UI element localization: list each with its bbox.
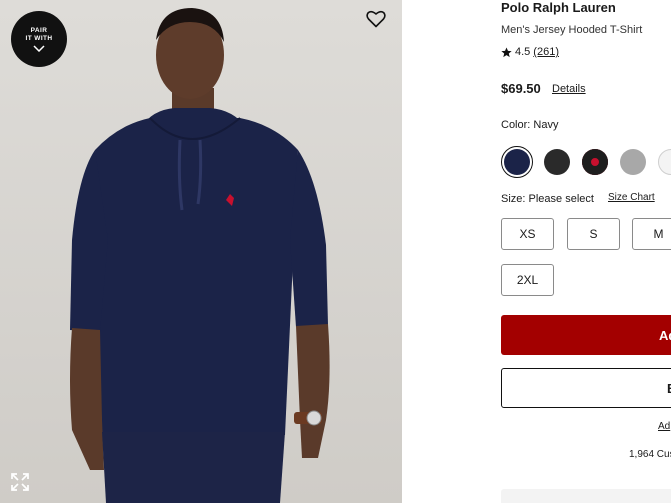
secondary-link[interactable]: Ad: [658, 421, 670, 432]
add-to-bag-button[interactable]: Ad: [501, 315, 671, 355]
badge-line-1: PAIR: [30, 26, 48, 34]
size-label: Size: Please select: [501, 193, 594, 205]
expand-icon: [11, 473, 29, 491]
rating: 4.5 (261): [501, 46, 559, 58]
expand-image-button[interactable]: [10, 472, 30, 492]
product-details-panel: Polo Ralph Lauren Men's Jersey Hooded T-…: [501, 0, 671, 503]
chevron-down-icon: [33, 44, 45, 52]
size-option-2xl[interactable]: 2XL: [501, 264, 554, 296]
customer-count: 1,964 Cus: [629, 449, 671, 460]
heart-icon: [366, 10, 386, 28]
swatch-grey-heather-color: [620, 149, 646, 175]
rating-value: 4.5: [515, 46, 531, 58]
star-icon: [501, 46, 512, 57]
secondary-action-button[interactable]: B: [501, 368, 671, 408]
swatch-black-red-pony-color: [582, 149, 608, 175]
swatch-white[interactable]: [655, 146, 671, 178]
brand-name[interactable]: Polo Ralph Lauren: [501, 0, 616, 15]
price: $69.50: [501, 81, 541, 96]
promo-box: [501, 489, 671, 503]
badge-line-2: IT WITH: [25, 34, 53, 42]
swatch-grey-heather[interactable]: [617, 146, 649, 178]
swatch-navy[interactable]: [501, 146, 533, 178]
swatch-black-pony-color: [544, 149, 570, 175]
product-name: Men's Jersey Hooded T-Shirt: [501, 24, 643, 36]
size-option-m[interactable]: M: [632, 218, 671, 250]
favorite-button[interactable]: [364, 7, 388, 31]
size-option-xs[interactable]: XS: [501, 218, 554, 250]
size-option-s[interactable]: S: [567, 218, 620, 250]
swatch-navy-color: [504, 149, 530, 175]
swatch-white-color: [658, 149, 671, 175]
pair-it-with-button[interactable]: PAIR IT WITH: [11, 11, 67, 67]
color-label: Color: Navy: [501, 119, 559, 131]
details-link[interactable]: Details: [552, 83, 586, 95]
product-photo: [0, 0, 402, 503]
size-chart-link[interactable]: Size Chart: [608, 192, 655, 203]
swatch-black-pony[interactable]: [541, 146, 573, 178]
product-image-panel[interactable]: PAIR IT WITH: [0, 0, 402, 503]
swatch-black-red-pony[interactable]: [579, 146, 611, 178]
rating-count-link[interactable]: (261): [533, 46, 559, 58]
